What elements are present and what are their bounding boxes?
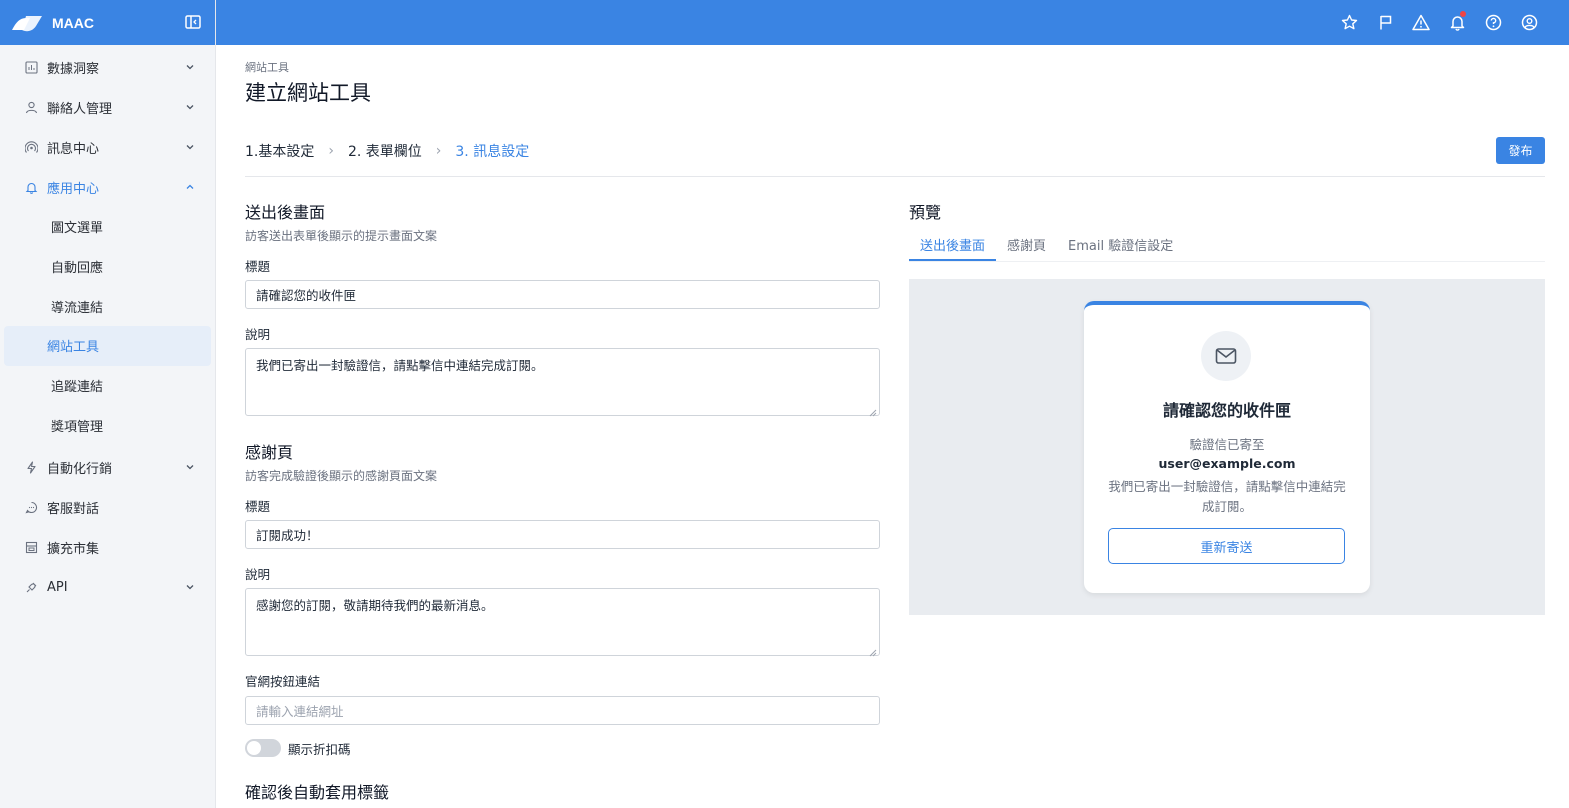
bell-icon[interactable] (1447, 11, 1467, 32)
chat-icon (24, 500, 38, 514)
field-label-title: 標題 (245, 259, 271, 274)
chevron-right-icon: › (328, 143, 334, 159)
resize-handle-icon[interactable] (869, 645, 877, 657)
sidebar-item-messages[interactable]: 訊息中心 (0, 127, 215, 167)
section-title-thanks: 感謝頁 (245, 443, 294, 462)
sidebar-item-automation[interactable]: 自動化行銷 (0, 447, 215, 487)
flag-icon[interactable] (1375, 12, 1395, 32)
field-label-desc: 說明 (245, 567, 271, 582)
sidebar-subitem-rich-menu[interactable]: 圖文選單 (4, 207, 211, 247)
chevron-right-icon: › (435, 143, 442, 159)
resend-button[interactable]: 重新寄送 (1108, 528, 1345, 564)
textarea-value: 感謝您的訂閱，敬請期待我們的最新消息。 (256, 598, 494, 613)
section-title-after-submit: 送出後畫面 (245, 203, 326, 222)
chevron-down-icon (185, 461, 195, 471)
maac-logo-icon (10, 12, 44, 34)
brand-bar: MAAC (0, 0, 215, 45)
sidebar-item-label: 聯絡人管理 (47, 101, 113, 117)
after-submit-title-input[interactable]: 請確認您的收件匣 (245, 280, 880, 309)
divider (245, 176, 1545, 177)
field-label-website-link: 官網按鈕連結 (245, 674, 321, 689)
sidebar-subitem-traffic-link[interactable]: 導流連結 (4, 286, 211, 326)
field-label-desc: 說明 (245, 327, 271, 342)
tab-after-submit[interactable]: 送出後畫面 (909, 235, 997, 261)
tabs-divider (909, 261, 1545, 262)
chevron-down-icon (185, 141, 195, 151)
preview-card-subtitle: 驗證信已寄至 (1189, 437, 1265, 452)
star-icon[interactable] (1339, 12, 1359, 32)
preview-card-email: user@example.com (1158, 456, 1296, 471)
sidebar-item-insights[interactable]: 數據洞察 (0, 47, 215, 87)
step-message-settings[interactable]: 3. 訊息設定 (455, 141, 529, 161)
bell-icon (24, 180, 38, 194)
chart-icon (24, 60, 38, 74)
user-icon (24, 100, 38, 114)
resize-handle-icon[interactable] (869, 405, 877, 417)
sidebar-subitem-web-tools[interactable]: 網站工具 (4, 326, 211, 366)
discount-code-toggle[interactable] (245, 739, 281, 757)
preview-canvas: 請確認您的收件匣 驗證信已寄至 user@example.com 我們已寄出一封… (909, 279, 1545, 615)
after-submit-desc-textarea[interactable]: 我們已寄出一封驗證信，請點擊信中連結完成訂閱。 (245, 348, 880, 417)
mail-icon (1201, 331, 1251, 381)
thanks-desc-textarea[interactable]: 感謝您的訂閱，敬請期待我們的最新消息。 (245, 588, 880, 657)
store-icon (24, 540, 38, 554)
section-title-auto-tag: 確認後自動套用標籤 (245, 783, 390, 802)
sidebar-item-label: 訊息中心 (47, 141, 100, 157)
sidebar-item-label: 應用中心 (47, 181, 100, 197)
collapse-sidebar-icon[interactable] (184, 13, 202, 31)
website-link-input[interactable]: 請輸入連結網址 (245, 696, 880, 725)
sidebar-item-api[interactable]: API (0, 567, 215, 607)
sidebar-subitem-auto-reply[interactable]: 自動回應 (4, 247, 211, 287)
sidebar-item-customer-chat[interactable]: 客服對話 (0, 487, 215, 527)
step-navigator: 1.基本設定 › 2. 表單欄位 › 3. 訊息設定 (245, 141, 529, 161)
tab-thanks[interactable]: 感謝頁 (996, 235, 1057, 261)
sidebar-item-label: API (47, 579, 68, 595)
chevron-down-icon (185, 581, 195, 591)
warning-icon[interactable] (1411, 12, 1431, 32)
toggle-label: 顯示折扣碼 (288, 742, 351, 757)
chevron-down-icon (185, 61, 195, 71)
sidebar: MAAC 數據洞察 聯絡人管理 訊息中心 應用中心 圖文選單 自動回應 導流連結 (0, 0, 216, 808)
preview-card-title: 請確認您的收件匣 (1162, 401, 1291, 420)
field-label-title: 標題 (245, 499, 271, 514)
broadcast-icon (24, 140, 38, 154)
section-desc-after-submit: 訪客送出表單後顯示的提示畫面文案 (245, 229, 438, 243)
preview-card: 請確認您的收件匣 驗證信已寄至 user@example.com 我們已寄出一封… (1084, 301, 1370, 593)
step-form-fields[interactable]: 2. 表單欄位 (348, 141, 422, 161)
app-name: MAAC (52, 14, 94, 31)
sidebar-subitem-prizes[interactable]: 獎項管理 (4, 405, 211, 445)
textarea-value: 我們已寄出一封驗證信，請點擊信中連結完成訂閱。 (256, 358, 544, 373)
toggle-knob (247, 741, 261, 755)
publish-button[interactable]: 發布 (1496, 137, 1545, 164)
sidebar-item-contacts[interactable]: 聯絡人管理 (0, 87, 215, 127)
chevron-up-icon (185, 181, 195, 191)
top-bar (216, 0, 1569, 45)
preview-tabs: 送出後畫面 感謝頁 Email 驗證信設定 (909, 235, 1184, 261)
step-basic-settings[interactable]: 1.基本設定 (245, 141, 314, 161)
page-title: 建立網站工具 (245, 81, 371, 105)
account-icon[interactable] (1519, 12, 1539, 32)
preview-card-body: 我們已寄出一封驗證信，請點擊信中連結完成訂閱。 (1108, 479, 1346, 514)
section-desc-thanks: 訪客完成驗證後顯示的感謝頁面文案 (245, 469, 438, 483)
thanks-title-input[interactable]: 訂閱成功！ (245, 520, 880, 549)
help-icon[interactable] (1483, 12, 1503, 32)
notification-dot (1460, 11, 1466, 17)
plug-icon (24, 580, 38, 594)
lightning-icon (24, 460, 38, 474)
sidebar-item-label: 客服對話 (47, 501, 100, 517)
breadcrumb[interactable]: 網站工具 (245, 59, 289, 75)
sidebar-item-label: 自動化行銷 (47, 461, 113, 477)
sidebar-item-marketplace[interactable]: 擴充市集 (0, 527, 215, 567)
sidebar-subitem-tracking-link[interactable]: 追蹤連結 (4, 366, 211, 406)
sidebar-item-label: 數據洞察 (47, 61, 100, 77)
preview-title: 預覽 (909, 203, 942, 222)
sidebar-item-app-center[interactable]: 應用中心 (0, 167, 215, 207)
chevron-down-icon (185, 101, 195, 111)
tab-email-verification[interactable]: Email 驗證信設定 (1057, 235, 1184, 261)
sidebar-item-label: 擴充市集 (47, 541, 100, 557)
